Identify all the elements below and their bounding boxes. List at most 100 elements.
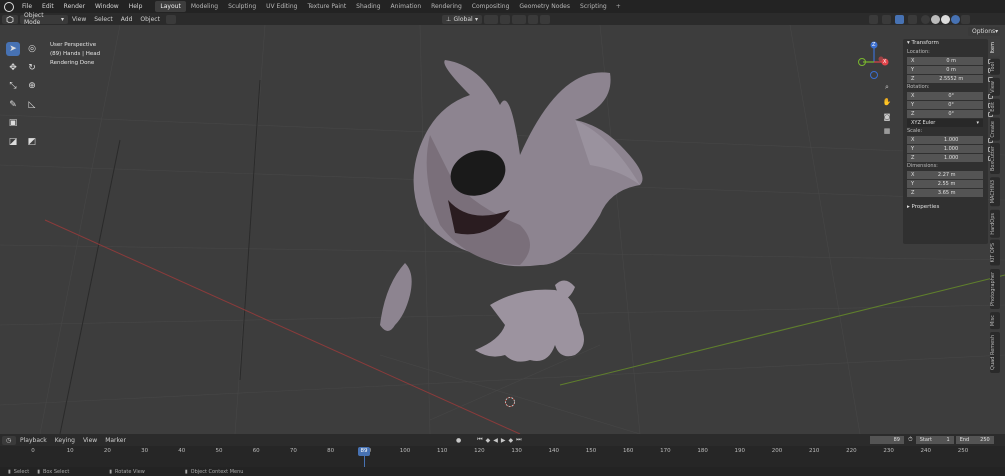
hardops-tool-button[interactable]: ◩ xyxy=(25,135,39,149)
prev-keyframe-icon[interactable]: ◆ xyxy=(486,437,491,444)
move-tool-button[interactable]: ✥ xyxy=(6,61,20,75)
menu-window[interactable]: Window xyxy=(90,3,124,10)
workspace-tab-geometry-nodes[interactable]: Geometry Nodes xyxy=(514,1,575,12)
xray-toggle[interactable] xyxy=(908,14,917,24)
tab-machin3[interactable]: MACHIN3 xyxy=(990,177,1000,207)
timeline-editor-type-button[interactable]: ◷ xyxy=(2,435,16,445)
shading-wireframe-button[interactable] xyxy=(921,14,930,24)
cursor-tool-button[interactable]: ◎ xyxy=(25,42,39,56)
workspace-tab-modeling[interactable]: Modeling xyxy=(186,1,223,12)
scale-z-field[interactable]: Z 1.000 xyxy=(907,154,993,162)
dimensions-z-field[interactable]: Z 3.65 m xyxy=(907,189,983,197)
timeline-menu-marker[interactable]: Marker xyxy=(101,437,130,444)
tab-tool[interactable]: Tool xyxy=(990,59,1000,76)
location-y-field[interactable]: Y0 m xyxy=(907,66,993,74)
next-keyframe-icon[interactable]: ◆ xyxy=(509,437,514,444)
workspace-tab-uv-editing[interactable]: UV Editing xyxy=(261,1,302,12)
shading-rendered-button[interactable] xyxy=(951,14,960,24)
add-cube-tool-button[interactable]: ▣ xyxy=(6,116,20,130)
overlay-toggle[interactable] xyxy=(895,14,904,24)
add-workspace-button[interactable]: + xyxy=(612,3,625,10)
gizmo-toggle[interactable] xyxy=(882,14,891,24)
tab-quad-remesh[interactable]: Quad Remesh xyxy=(990,331,1000,373)
workspace-tab-layout[interactable]: Layout xyxy=(155,1,186,12)
timeline-menu-view[interactable]: View xyxy=(79,437,101,444)
workspace-tab-sculpting[interactable]: Sculpting xyxy=(223,1,261,12)
scale-tool-button[interactable]: ⤡ xyxy=(6,79,20,93)
current-frame-field[interactable]: 89 xyxy=(870,436,904,444)
workspace-tab-shading[interactable]: Shading xyxy=(351,1,385,12)
options-dropdown[interactable]: Options ▾ xyxy=(968,27,1000,36)
menu-file[interactable]: File xyxy=(17,3,37,10)
tab-hardops[interactable]: HardOps xyxy=(990,209,1000,238)
timeline-track[interactable]: 0102030405060708090100110120130140150160… xyxy=(0,446,1005,467)
3d-viewport[interactable]: User Perspective (89) Hands | Head Rende… xyxy=(0,25,1005,434)
timeline-menu-playback[interactable]: Playback xyxy=(16,437,51,444)
gizmo-z-label[interactable]: Z xyxy=(872,41,875,50)
play-reverse-icon[interactable]: ◀ xyxy=(493,437,498,444)
select-tool-button[interactable]: ➤ xyxy=(6,42,20,56)
preview-range-icon[interactable]: ⏱ xyxy=(908,436,913,444)
menu-edit[interactable]: Edit xyxy=(37,3,59,10)
properties-panel-header[interactable]: ▸ Properties xyxy=(903,203,988,212)
location-x-field[interactable]: X0 m xyxy=(907,57,993,65)
object-mode-dropdown[interactable]: Object Mode ▾ xyxy=(20,12,68,26)
location-z-field[interactable]: Z 2.5552 m xyxy=(907,75,993,83)
tab-item[interactable]: Item xyxy=(990,39,1000,57)
transform-tool-button[interactable]: ⊕ xyxy=(25,79,39,93)
record-button[interactable]: ● xyxy=(456,437,461,444)
camera-view-button[interactable]: ◙ xyxy=(881,111,893,123)
annotate-tool-button[interactable]: ✎ xyxy=(6,98,20,112)
menu-render[interactable]: Render xyxy=(59,3,90,10)
tab-view[interactable]: View xyxy=(990,78,1000,96)
header-menu-select[interactable]: Select xyxy=(90,16,117,23)
tab-boxcutter[interactable]: BoxCutter xyxy=(990,143,1000,175)
workspace-tab-texture-paint[interactable]: Texture Paint xyxy=(302,1,351,12)
workspace-tab-scripting[interactable]: Scripting xyxy=(575,1,612,12)
shading-material-button[interactable] xyxy=(941,14,950,24)
timeline-menu-keying[interactable]: Keying xyxy=(51,437,79,444)
jump-end-icon[interactable]: ⏭ xyxy=(516,436,521,444)
tab-edit[interactable]: Edit xyxy=(990,98,1000,115)
boxcutter-tool-button[interactable]: ◪ xyxy=(6,135,20,149)
falloff-dropdown[interactable] xyxy=(540,14,550,24)
zoom-button[interactable]: ⌕ xyxy=(881,81,893,93)
dimensions-x-field[interactable]: X 2.27 m xyxy=(907,171,983,179)
editor-type-button[interactable] xyxy=(2,14,18,24)
rotation-z-field[interactable]: Z 0° xyxy=(907,110,993,118)
rotation-x-field[interactable]: X 0° xyxy=(907,92,993,100)
gizmo-x-label[interactable]: X xyxy=(883,58,886,67)
rotate-tool-button[interactable]: ↻ xyxy=(25,61,39,75)
workspace-tab-compositing[interactable]: Compositing xyxy=(467,1,515,12)
snap-element-dropdown[interactable] xyxy=(512,14,526,24)
playhead-marker[interactable]: 89 xyxy=(358,447,370,456)
measure-tool-button[interactable]: ◺ xyxy=(25,98,39,112)
rotation-mode-dropdown[interactable]: XYZ Euler ▾ xyxy=(907,119,983,127)
perspective-toggle-button[interactable]: ▦ xyxy=(881,125,893,137)
jump-start-icon[interactable]: ⏮ xyxy=(477,436,482,444)
rotation-y-field[interactable]: Y 0° xyxy=(907,101,993,109)
shading-options-button[interactable] xyxy=(961,14,970,24)
transform-orientation-dropdown[interactable]: ⊥ Global ▾ xyxy=(442,14,482,24)
workspace-tab-animation[interactable]: Animation xyxy=(386,1,427,12)
transform-panel-header[interactable]: ▾ Transform xyxy=(903,39,988,48)
header-menu-object[interactable]: Object xyxy=(136,16,164,23)
shading-solid-button[interactable] xyxy=(931,14,940,24)
tab-kit-ops[interactable]: KIT OPS xyxy=(990,240,1000,266)
snap-options-button[interactable] xyxy=(165,14,176,24)
header-menu-view[interactable]: View xyxy=(68,16,90,23)
menu-help[interactable]: Help xyxy=(124,3,148,10)
dimensions-y-field[interactable]: Y 2.55 m xyxy=(907,180,983,188)
tab-photographer[interactable]: Photographer xyxy=(990,268,1000,309)
tab-misc[interactable]: Misc xyxy=(990,311,1000,329)
start-frame-field[interactable]: Start 1 xyxy=(915,436,954,444)
workspace-tab-rendering[interactable]: Rendering xyxy=(426,1,467,12)
header-menu-add[interactable]: Add xyxy=(117,16,137,23)
end-frame-field[interactable]: End 250 xyxy=(955,436,994,444)
snap-toggle[interactable] xyxy=(500,14,510,24)
tab-create[interactable]: Create xyxy=(990,117,1000,141)
pivot-point-dropdown[interactable] xyxy=(484,14,498,24)
play-icon[interactable]: ▶ xyxy=(501,437,506,444)
scale-x-field[interactable]: X 1.000 xyxy=(907,136,993,144)
scale-y-field[interactable]: Y 1.000 xyxy=(907,145,993,153)
